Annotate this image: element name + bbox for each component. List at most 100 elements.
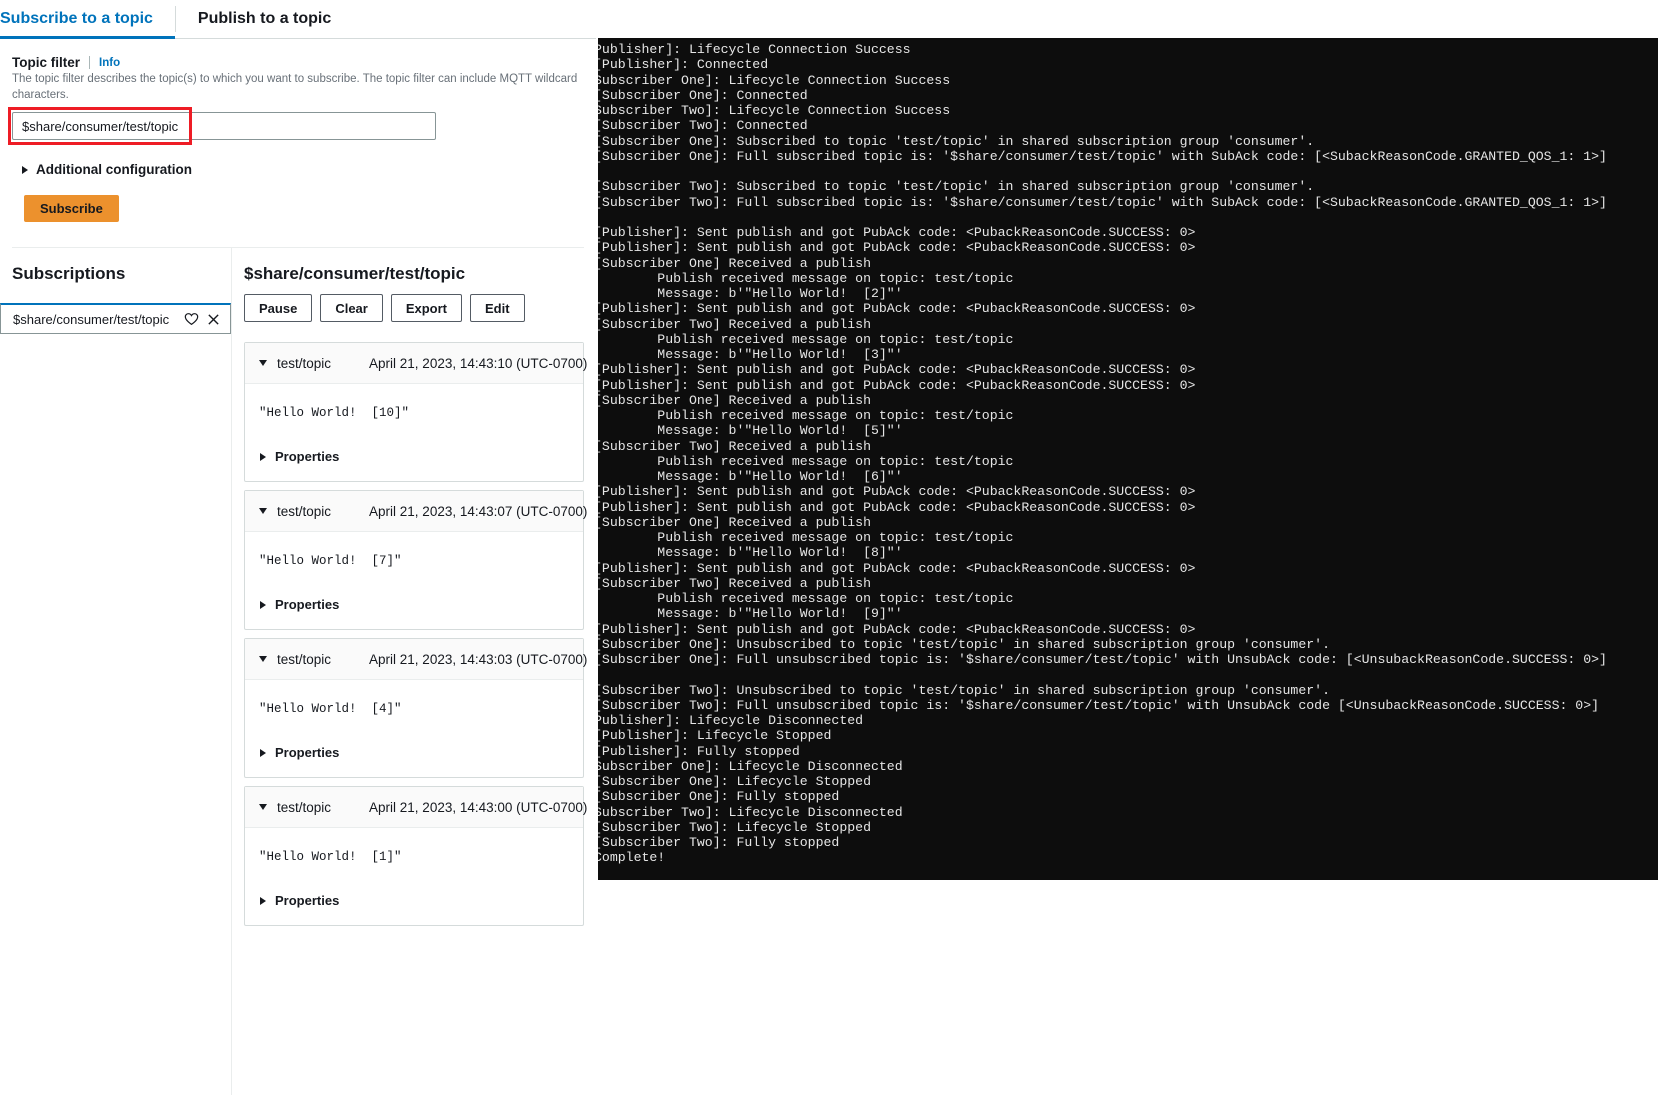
chevron-right-icon bbox=[22, 166, 28, 174]
tab-label: Subscribe to a topic bbox=[0, 10, 153, 28]
mqtt-test-client-pane: Subscribe to a topic Publish to a topic … bbox=[0, 0, 596, 1095]
terminal-line: [Subscriber One]: Connected bbox=[598, 88, 1658, 103]
terminal-line: Publish received message on topic: test/… bbox=[598, 332, 1658, 347]
terminal-line: [Publisher]: Fully stopped bbox=[598, 744, 1658, 759]
message-properties-toggle[interactable]: Properties bbox=[259, 569, 569, 629]
terminal-line: Message: b'"Hello World! [3]"' bbox=[598, 347, 1658, 362]
terminal-line: [Publisher]: Sent publish and got PubAck… bbox=[598, 622, 1658, 637]
terminal-line: [Publisher]: Sent publish and got PubAck… bbox=[598, 225, 1658, 240]
additional-configuration-label: Additional configuration bbox=[36, 162, 192, 177]
subscribe-form: Topic filter Info The topic filter descr… bbox=[0, 39, 596, 248]
terminal-line: Publisher]: Lifecycle Connection Success bbox=[598, 42, 1658, 57]
terminal-line: [Publisher]: Sent publish and got PubAck… bbox=[598, 301, 1658, 316]
terminal-line bbox=[598, 210, 1658, 225]
message-card-header[interactable]: test/topicApril 21, 2023, 14:43:00 (UTC-… bbox=[245, 787, 583, 828]
heart-icon[interactable] bbox=[184, 312, 199, 326]
terminal-line: [Subscriber One]: Fully stopped bbox=[598, 789, 1658, 804]
message-card-header[interactable]: test/topicApril 21, 2023, 14:43:10 (UTC-… bbox=[245, 343, 583, 384]
messages-toolbar: Pause Clear Export Edit bbox=[244, 294, 584, 322]
message-body: "Hello World! [4]"Properties bbox=[245, 680, 583, 777]
terminal-line: [Subscriber Two] Received a publish bbox=[598, 576, 1658, 591]
message-card-header[interactable]: test/topicApril 21, 2023, 14:43:03 (UTC-… bbox=[245, 639, 583, 680]
terminal-lines: Publisher]: Lifecycle Connection Success… bbox=[598, 42, 1658, 866]
terminal-line: [Publisher]: Lifecycle Stopped bbox=[598, 728, 1658, 743]
topic-filter-input[interactable] bbox=[12, 112, 436, 140]
clear-button[interactable]: Clear bbox=[320, 294, 383, 322]
chevron-down-icon bbox=[259, 804, 267, 810]
terminal-line: [Subscriber Two] Received a publish bbox=[598, 317, 1658, 332]
terminal-line: Publish received message on topic: test/… bbox=[598, 591, 1658, 606]
properties-label: Properties bbox=[275, 449, 339, 464]
message-body: "Hello World! [1]"Properties bbox=[245, 828, 583, 925]
topic-filter-label-row: Topic filter Info bbox=[12, 55, 584, 70]
subscription-list-item[interactable]: $share/consumer/test/topic bbox=[0, 303, 231, 334]
message-properties-toggle[interactable]: Properties bbox=[259, 865, 569, 925]
message-payload: "Hello World! [4]" bbox=[259, 702, 569, 717]
topic-filter-description: The topic filter describes the topic(s) … bbox=[12, 72, 584, 103]
messages-column: $share/consumer/test/topic Pause Clear E… bbox=[232, 248, 596, 1095]
message-timestamp: April 21, 2023, 14:43:07 (UTC-0700) bbox=[369, 504, 587, 519]
tab-publish-to-a-topic[interactable]: Publish to a topic bbox=[198, 0, 353, 38]
export-button[interactable]: Export bbox=[391, 294, 462, 322]
subscribe-button-label: Subscribe bbox=[40, 201, 103, 216]
terminal-output-panel[interactable]: Publisher]: Lifecycle Connection Success… bbox=[598, 38, 1658, 880]
terminal-line: Subscriber One]: Lifecycle Connection Su… bbox=[598, 73, 1658, 88]
terminal-line: [Publisher]: Sent publish and got PubAck… bbox=[598, 362, 1658, 377]
chevron-down-icon bbox=[259, 508, 267, 514]
terminal-line: Subscriber One]: Lifecycle Disconnected bbox=[598, 759, 1658, 774]
message-payload: "Hello World! [7]" bbox=[259, 554, 569, 569]
terminal-line: Message: b'"Hello World! [2]"' bbox=[598, 286, 1658, 301]
tab-subscribe-to-a-topic[interactable]: Subscribe to a topic bbox=[0, 0, 175, 38]
message-card: test/topicApril 21, 2023, 14:43:00 (UTC-… bbox=[244, 786, 584, 926]
message-topic: test/topic bbox=[277, 356, 331, 371]
app-root: Subscribe to a topic Publish to a topic … bbox=[0, 0, 1658, 1095]
message-card: test/topic April 21, 2023, 14:43:03 (UTC-… bbox=[244, 638, 584, 778]
topic-filter-label: Topic filter bbox=[12, 55, 89, 70]
terminal-line: Publish received message on topic: test/… bbox=[598, 408, 1658, 423]
terminal-line: Message: b'"Hello World! [5]"' bbox=[598, 423, 1658, 438]
subscriptions-title: Subscriptions bbox=[0, 248, 231, 284]
terminal-line: Publisher]: Lifecycle Disconnected bbox=[598, 713, 1658, 728]
terminal-line: Message: b'"Hello World! [6]"' bbox=[598, 469, 1658, 484]
terminal-line: Complete! bbox=[598, 850, 1658, 865]
terminal-line: Subscriber Two]: Lifecycle Connection Su… bbox=[598, 103, 1658, 118]
terminal-line: [Subscriber One] Received a publish bbox=[598, 393, 1658, 408]
edit-button[interactable]: Edit bbox=[470, 294, 525, 322]
terminal-line: [Publisher]: Sent publish and got PubAck… bbox=[598, 484, 1658, 499]
terminal-line: [Subscriber Two]: Full subscribed topic … bbox=[598, 195, 1658, 210]
terminal-line: [Publisher]: Sent publish and got PubAck… bbox=[598, 240, 1658, 255]
info-link[interactable]: Info bbox=[90, 57, 120, 69]
terminal-line: [Subscriber Two] Received a publish bbox=[598, 439, 1658, 454]
message-timestamp: April 21, 2023, 14:43:10 (UTC-0700) bbox=[369, 356, 587, 371]
chevron-right-icon bbox=[260, 749, 266, 757]
message-timestamp: April 21, 2023, 14:43:03 (UTC-0700) bbox=[369, 652, 587, 667]
close-icon[interactable] bbox=[207, 313, 220, 326]
message-card: test/topic April 21, 2023, 14:43:07 (UTC-… bbox=[244, 490, 584, 630]
terminal-line: [Subscriber One]: Subscribed to topic 't… bbox=[598, 134, 1658, 149]
messages-title: $share/consumer/test/topic bbox=[244, 264, 584, 284]
terminal-line: [Subscriber One] Received a publish bbox=[598, 515, 1658, 530]
terminal-line bbox=[598, 164, 1658, 179]
terminal-line: Message: b'"Hello World! [8]"' bbox=[598, 545, 1658, 560]
terminal-line: [Subscriber One] Received a publish bbox=[598, 256, 1658, 271]
terminal-line: Message: b'"Hello World! [9]"' bbox=[598, 606, 1658, 621]
pause-button-label: Pause bbox=[259, 301, 297, 316]
message-card-header[interactable]: test/topicApril 21, 2023, 14:43:07 (UTC-… bbox=[245, 491, 583, 532]
additional-configuration-toggle[interactable]: Additional configuration bbox=[12, 162, 584, 177]
terminal-line: [Subscriber Two]: Fully stopped bbox=[598, 835, 1658, 850]
properties-label: Properties bbox=[275, 597, 339, 612]
subscribe-button[interactable]: Subscribe bbox=[24, 195, 119, 222]
terminal-line: [Subscriber One]: Lifecycle Stopped bbox=[598, 774, 1658, 789]
message-properties-toggle[interactable]: Properties bbox=[259, 421, 569, 481]
pause-button[interactable]: Pause bbox=[244, 294, 312, 322]
tab-divider bbox=[175, 6, 176, 32]
message-topic: test/topic bbox=[277, 652, 331, 667]
message-list: test/topic April 21, 2023, 14:43:10 (UTC-… bbox=[244, 342, 584, 926]
message-properties-toggle[interactable]: Properties bbox=[259, 717, 569, 777]
edit-button-label: Edit bbox=[485, 301, 510, 316]
message-payload: "Hello World! [10]" bbox=[259, 406, 569, 421]
terminal-line: [Publisher]: Connected bbox=[598, 57, 1658, 72]
message-topic: test/topic bbox=[277, 504, 331, 519]
terminal-line: Subscriber Two]: Lifecycle Disconnected bbox=[598, 805, 1658, 820]
terminal-line: [Subscriber Two]: Connected bbox=[598, 118, 1658, 133]
